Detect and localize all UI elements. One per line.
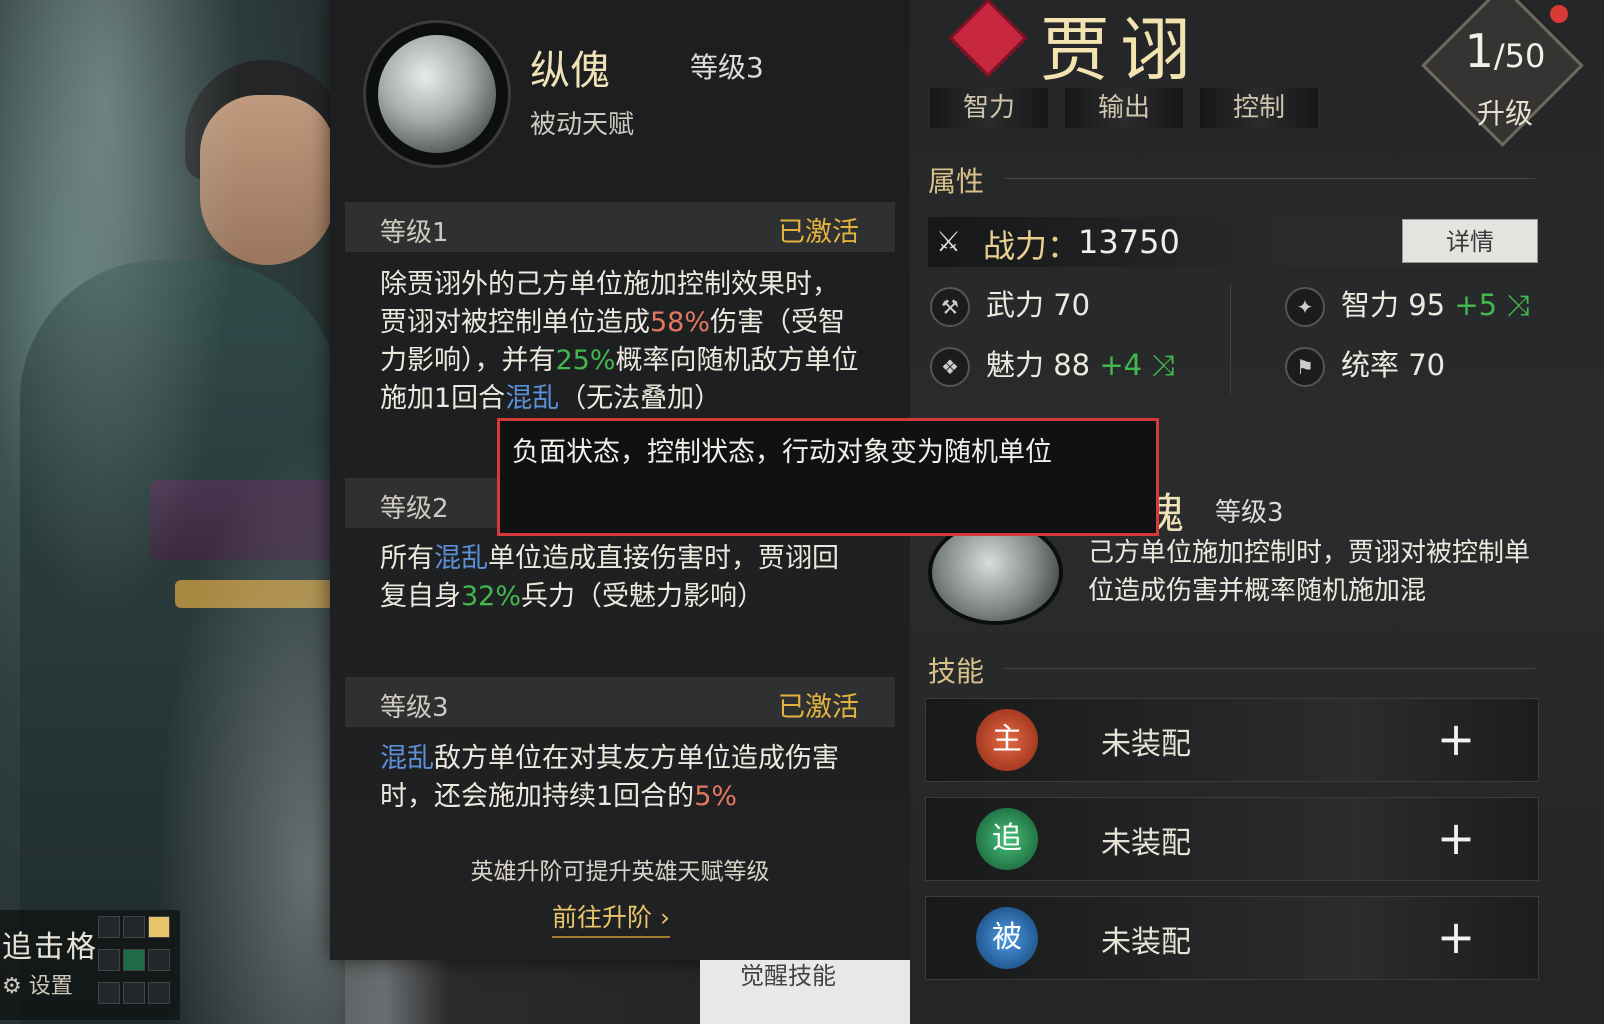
power-label: 战力： bbox=[983, 227, 1080, 265]
talent-icon bbox=[378, 35, 496, 153]
desc-value: 25% bbox=[555, 345, 616, 376]
upgrade-button[interactable]: 升级 bbox=[1430, 92, 1580, 132]
attr-intellect: ✦ 智力 95 +5 ⤨ bbox=[1285, 282, 1530, 327]
awaken-skill-tab[interactable]: 觉醒技能 bbox=[700, 960, 910, 1024]
divider bbox=[1005, 178, 1535, 179]
force-icon: ⚒ bbox=[930, 287, 970, 327]
grid-cell bbox=[148, 982, 170, 1004]
hero-tag: 智力 bbox=[930, 88, 1048, 128]
divider bbox=[1230, 284, 1231, 394]
skill-slot-label: 未装配 bbox=[1101, 727, 1191, 762]
level-1-header: 等级1 已激活 bbox=[345, 202, 895, 252]
passive-talent-desc: 己方单位施加控制时，贾诩对被控制单位造成伤害并概率随机施加混 bbox=[1088, 538, 1531, 606]
level-1-status: 已激活 bbox=[778, 217, 859, 248]
desc-text: 兵力（受魅力影响） bbox=[521, 581, 765, 612]
attr-charm: ❖ 魅力 88 +4 ⤨ bbox=[930, 342, 1175, 387]
passive-skill-icon: 被 bbox=[976, 907, 1038, 969]
attr-command-value: 统率 70 bbox=[1341, 348, 1446, 382]
add-skill-button[interactable]: + bbox=[1426, 907, 1486, 967]
status-tooltip: 负面状态，控制状态，行动对象变为随机单位 bbox=[497, 418, 1159, 536]
grid-cell bbox=[98, 982, 120, 1004]
chase-grid-settings[interactable]: ⚙ 设置 bbox=[2, 968, 73, 1000]
upgrade-hint: 英雄升阶可提升英雄天赋等级 bbox=[470, 859, 770, 885]
power-value: 13750 bbox=[1078, 223, 1180, 261]
goto-upgrade-link[interactable]: 前往升阶 › bbox=[552, 898, 670, 938]
main-skill-icon: 主 bbox=[976, 709, 1038, 771]
attr-force: ⚒ 武力 70 bbox=[930, 282, 1090, 327]
chevron-right-icon: › bbox=[659, 903, 670, 932]
shuffle-icon: ⤨ bbox=[1497, 288, 1530, 322]
attr-intellect-bonus: +5 bbox=[1454, 288, 1498, 322]
notification-dot bbox=[1550, 5, 1568, 23]
hero-tag: 控制 bbox=[1200, 88, 1318, 128]
charm-icon: ❖ bbox=[930, 347, 970, 387]
skill-slot-label: 未装配 bbox=[1101, 925, 1191, 960]
status-keyword-link[interactable]: 混乱 bbox=[434, 543, 488, 574]
desc-value: 58% bbox=[650, 307, 711, 338]
goto-upgrade-label: 前往升阶 bbox=[552, 903, 653, 932]
details-button[interactable]: 详情 bbox=[1402, 219, 1538, 263]
desc-value: 32% bbox=[461, 581, 522, 612]
grid-cell bbox=[123, 916, 145, 938]
skill-slot-chase[interactable]: 追 未装配 + bbox=[925, 797, 1539, 881]
level-2-label: 等级2 bbox=[380, 494, 449, 524]
attributes-section-title: 属性 bbox=[928, 165, 985, 198]
desc-text: 所有 bbox=[380, 543, 434, 574]
grid-cell bbox=[148, 949, 170, 971]
chase-grid-title: 追击格 bbox=[2, 930, 98, 965]
hero-tag: 输出 bbox=[1065, 88, 1183, 128]
chase-settings-label: 设置 bbox=[28, 974, 73, 999]
level-3-header: 等级3 已激活 bbox=[345, 677, 895, 727]
game-screen: 追击格 ⚙ 设置 纵傀 等级3 被动天赋 等级1 已激活 除贾诩外的己方单位施加… bbox=[0, 0, 1604, 1024]
talent-type: 被动天赋 bbox=[530, 110, 635, 140]
chase-skill-icon: 追 bbox=[976, 808, 1038, 870]
talent-level: 等级3 bbox=[690, 51, 764, 84]
skill-slot-label: 未装配 bbox=[1101, 826, 1191, 861]
level-max: /50 bbox=[1493, 37, 1546, 75]
chase-grid-widget[interactable]: 追击格 ⚙ 设置 bbox=[0, 910, 180, 1020]
passive-talent-level: 等级3 bbox=[1215, 498, 1284, 528]
attr-intellect-value: 智力 95 bbox=[1341, 288, 1446, 322]
level-3-status: 已激活 bbox=[778, 692, 859, 723]
hero-level: 1/50 bbox=[1430, 24, 1580, 78]
book-icon: ✦ bbox=[1285, 287, 1325, 327]
grid-cell-hero bbox=[123, 949, 145, 971]
grid-cell bbox=[123, 982, 145, 1004]
skill-slot-passive[interactable]: 被 未装配 + bbox=[925, 896, 1539, 980]
chase-grid-cells bbox=[98, 916, 174, 1012]
attr-command: ⚑ 统率 70 bbox=[1285, 342, 1445, 387]
attr-force-value: 武力 70 bbox=[986, 288, 1091, 322]
desc-text: （无法叠加） bbox=[559, 383, 722, 414]
faction-gem-icon bbox=[948, 0, 1028, 78]
desc-value: 5% bbox=[694, 781, 738, 812]
add-skill-button[interactable]: + bbox=[1426, 709, 1486, 769]
grid-cell-active bbox=[148, 916, 170, 938]
flag-icon: ⚑ bbox=[1285, 347, 1325, 387]
grid-cell bbox=[98, 949, 120, 971]
sword-icon: ⚔ bbox=[936, 225, 962, 258]
awaken-skill-label: 觉醒技能 bbox=[740, 962, 836, 990]
level-3-label: 等级3 bbox=[380, 693, 449, 723]
attr-charm-bonus: +4 bbox=[1099, 348, 1143, 382]
combat-power-bar: ⚔ 战力： 13750 详情 bbox=[928, 217, 1538, 267]
status-keyword-link[interactable]: 混乱 bbox=[505, 383, 559, 414]
status-keyword-link[interactable]: 混乱 bbox=[380, 743, 434, 774]
divider bbox=[1005, 668, 1535, 669]
grid-cell bbox=[98, 916, 120, 938]
mist-overlay bbox=[0, 0, 345, 1024]
shuffle-icon: ⤨ bbox=[1142, 348, 1175, 382]
add-skill-button[interactable]: + bbox=[1426, 808, 1486, 868]
skills-section-title: 技能 bbox=[928, 655, 985, 688]
level-3-description: 混乱敌方单位在对其友方单位造成伤害时，还会施加持续1回合的5% bbox=[380, 740, 860, 816]
level-1-label: 等级1 bbox=[380, 218, 449, 248]
tooltip-text: 负面状态，控制状态，行动对象变为随机单位 bbox=[512, 437, 1052, 468]
desc-text: 敌方单位在对其友方单位造成伤害时，还会施加持续1回合的 bbox=[380, 743, 839, 812]
talent-name: 纵傀 bbox=[530, 48, 610, 94]
level-current: 1 bbox=[1464, 24, 1494, 78]
skill-slot-main[interactable]: 主 未装配 + bbox=[925, 698, 1539, 782]
hero-name: 贾诩 bbox=[1040, 9, 1200, 91]
level-2-description: 所有混乱单位造成直接伤害时，贾诩回复自身32%兵力（受魅力影响） bbox=[380, 540, 860, 616]
attr-charm-value: 魅力 88 bbox=[986, 348, 1091, 382]
hero-portrait bbox=[0, 0, 345, 1024]
